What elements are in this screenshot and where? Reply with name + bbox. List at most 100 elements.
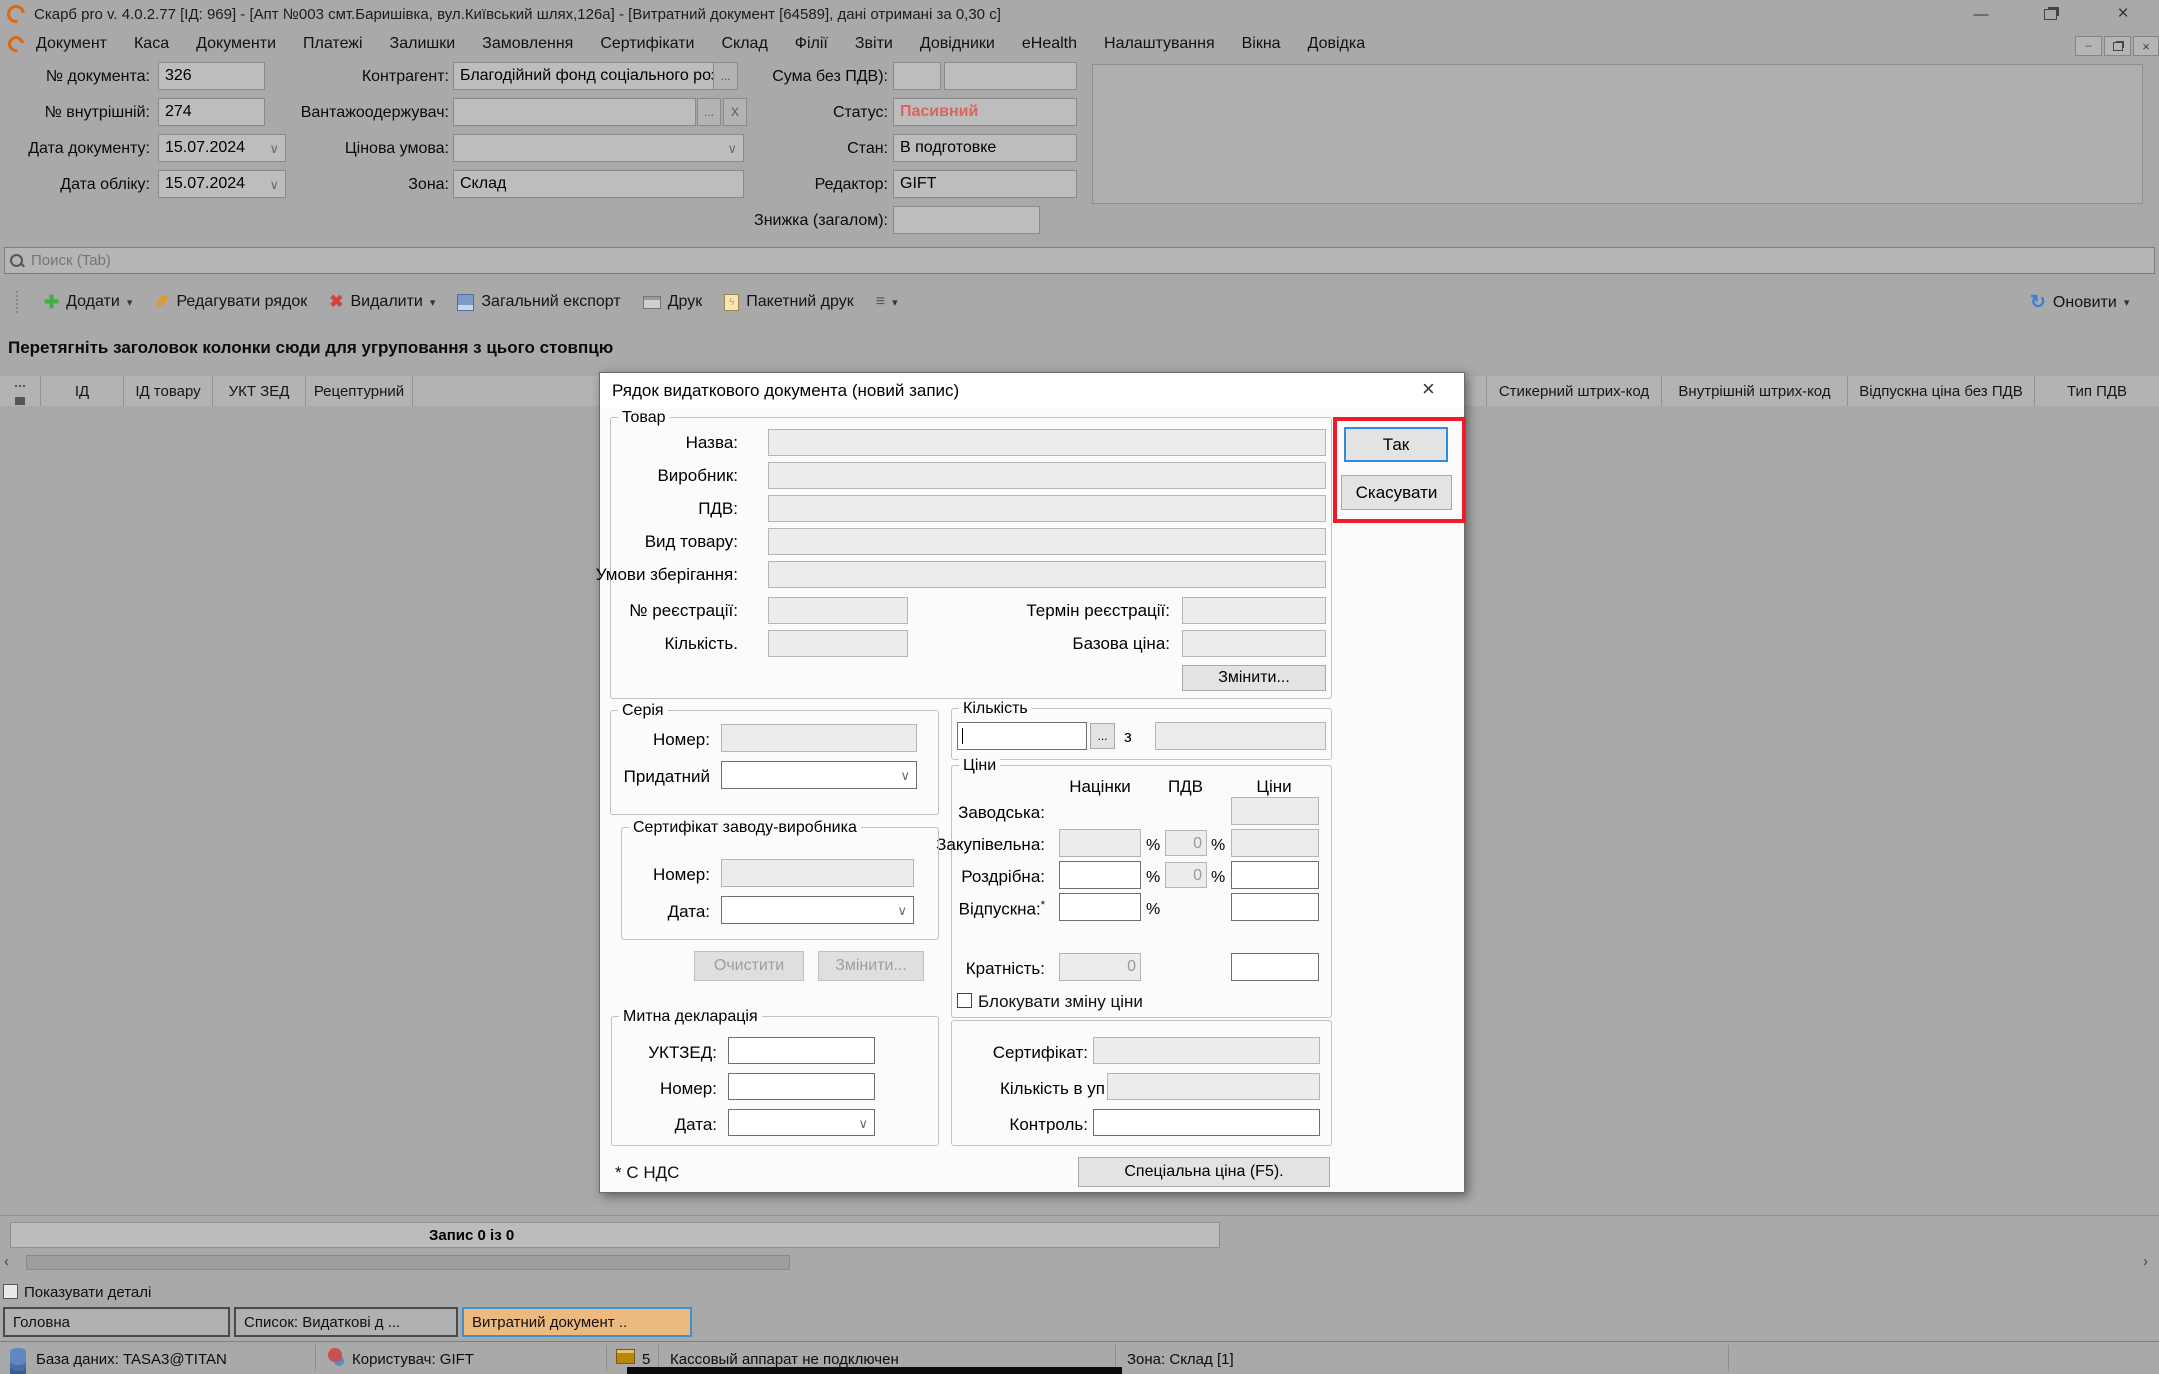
selling-markup-field[interactable] xyxy=(1059,893,1141,921)
quantity-picker-button[interactable]: ... xyxy=(1090,723,1115,749)
doc-number-field[interactable]: 326 xyxy=(158,62,265,90)
print-button[interactable]: Друк xyxy=(643,293,703,311)
customs-group-label: Митна декларація xyxy=(619,1008,762,1026)
add-button[interactable]: ✚Додати▾ xyxy=(44,292,132,313)
clear-cert-button: Очистити xyxy=(694,951,804,981)
menu-item-certificates[interactable]: Сертифікати xyxy=(600,35,694,53)
storage-field xyxy=(768,561,1326,588)
menu-item-payments[interactable]: Платежі xyxy=(303,35,363,53)
tab-expense-document-active[interactable]: Витратний документ .. xyxy=(462,1307,692,1337)
percent-sign: % xyxy=(1146,869,1160,887)
column-header-uktzed[interactable]: УКТ ЗЕД xyxy=(213,376,306,406)
menu-item-directories[interactable]: Довідники xyxy=(920,35,995,53)
scrollbar-thumb[interactable] xyxy=(26,1255,790,1270)
menu-item-settings[interactable]: Налаштування xyxy=(1104,35,1215,53)
menu-item-kasa[interactable]: Каса xyxy=(134,35,169,53)
column-header-product-id[interactable]: ІД товару xyxy=(124,376,213,406)
consignee-picker-button[interactable]: ... xyxy=(697,98,721,126)
percent-sign: % xyxy=(1211,869,1225,887)
doc-date-combo[interactable]: 15.07.2024∨ xyxy=(158,134,286,162)
column-header-vat-type[interactable]: Тип ПДВ xyxy=(2035,376,2159,406)
name-field xyxy=(768,429,1326,456)
cert-date-combo[interactable]: ∨ xyxy=(721,896,914,924)
price-condition-combo[interactable]: ∨ xyxy=(453,134,744,162)
yes-button[interactable]: Так xyxy=(1344,427,1448,462)
column-header-prescription[interactable]: Рецептурний xyxy=(306,376,413,406)
internal-number-field[interactable]: 274 xyxy=(158,98,265,126)
block-price-change-checkbox[interactable] xyxy=(957,993,972,1008)
valid-combo[interactable]: ∨ xyxy=(721,761,917,789)
delete-label: Видалити xyxy=(350,293,422,311)
mdi-close-button[interactable]: × xyxy=(2133,36,2159,56)
special-price-button[interactable]: Спеціальна ціна (F5). xyxy=(1078,1157,1330,1187)
export-button[interactable]: Загальний експорт xyxy=(457,293,620,311)
tab-expense-list[interactable]: Список: Видаткові д ... xyxy=(234,1307,458,1337)
mdi-restore-button[interactable] xyxy=(2104,36,2131,56)
statusbar-zone: Зона: Склад [1] xyxy=(1127,1351,1234,1368)
retail-markup-field[interactable] xyxy=(1059,861,1141,889)
window-title: Скарб pro v. 4.0.2.77 [ІД: 969] - [Апт №… xyxy=(34,6,1001,23)
contractor-field[interactable]: Благодійний фонд соціального розв xyxy=(453,62,714,90)
menu-item-windows[interactable]: Вікна xyxy=(1242,35,1281,53)
menu-item-branches[interactable]: Філії xyxy=(795,35,828,53)
uktzed-field[interactable] xyxy=(728,1037,875,1064)
markup-column-label: Націнки xyxy=(1055,777,1145,797)
view-menu-button[interactable]: ≡▾ xyxy=(876,293,898,311)
zone-field[interactable]: Склад xyxy=(453,170,744,198)
column-header-price-no-vat[interactable]: Відпускна ціна без ПДВ xyxy=(1848,376,2035,406)
customs-number-field[interactable] xyxy=(728,1073,875,1100)
minimize-button[interactable]: — xyxy=(1961,0,2001,28)
retail-price-field[interactable] xyxy=(1231,861,1319,889)
editor-field: GIFT xyxy=(893,170,1077,198)
cancel-button[interactable]: Скасувати xyxy=(1341,475,1452,510)
contractor-picker-button[interactable]: ... xyxy=(713,62,738,90)
search-input[interactable] xyxy=(29,251,2154,270)
close-button[interactable]: × xyxy=(2101,0,2145,28)
chevron-down-icon: ∨ xyxy=(858,1111,868,1136)
batch-print-icon: ϟ xyxy=(724,294,739,311)
scroll-left-icon[interactable]: ‹ xyxy=(4,1253,9,1270)
menu-item-warehouse[interactable]: Склад xyxy=(721,35,767,53)
column-header-internal-barcode[interactable]: Внутрішній штрих-код xyxy=(1662,376,1848,406)
customs-number-label: Номер: xyxy=(613,1079,717,1099)
dialog-close-icon[interactable]: × xyxy=(1422,376,1435,402)
menu-item-help[interactable]: Довідка xyxy=(1308,35,1366,53)
search-bar[interactable] xyxy=(4,247,2155,274)
statusbar-register-status: Кассовый аппарат не подключен xyxy=(670,1351,899,1368)
scroll-right-icon[interactable]: › xyxy=(2143,1253,2148,1270)
column-header-sticker-barcode[interactable]: Стикерний штрих-код xyxy=(1487,376,1662,406)
statusbar-database: База даних: TASA3@TITAN xyxy=(36,1351,227,1368)
menu-item-document[interactable]: Документ xyxy=(36,35,107,53)
extra-price-field[interactable] xyxy=(1231,953,1319,981)
menu-item-orders[interactable]: Замовлення xyxy=(482,35,573,53)
vat-label: ПДВ: xyxy=(608,499,738,519)
retail-price-label: Роздрібна: xyxy=(930,867,1045,887)
sum-no-vat-field xyxy=(944,62,1077,90)
row-marker-header[interactable] xyxy=(0,376,41,406)
control-field[interactable] xyxy=(1093,1109,1320,1136)
refresh-button[interactable]: ↻Оновити▾ xyxy=(2030,291,2129,314)
account-date-combo[interactable]: 15.07.2024∨ xyxy=(158,170,286,198)
menu-item-stock[interactable]: Залишки xyxy=(390,35,456,53)
edit-row-button[interactable]: ✎Редагувати рядок xyxy=(154,292,307,313)
restore-button[interactable] xyxy=(2030,0,2070,28)
column-header-id[interactable]: ІД xyxy=(41,376,124,406)
selling-price-field[interactable] xyxy=(1231,893,1319,921)
menu-item-ehealth[interactable]: eHealth xyxy=(1022,35,1077,53)
discount-field[interactable] xyxy=(893,206,1040,234)
menu-item-documents[interactable]: Документи xyxy=(196,35,276,53)
chevron-down-icon: ▾ xyxy=(430,296,436,309)
delete-button[interactable]: ✖Видалити▾ xyxy=(329,292,435,312)
statusbar-separator xyxy=(1728,1345,1729,1371)
change-product-button[interactable]: Змінити... xyxy=(1182,665,1326,691)
refresh-label: Оновити xyxy=(2053,294,2117,312)
mdi-minimize-button[interactable]: – xyxy=(2075,36,2102,56)
tab-main[interactable]: Головна xyxy=(3,1307,230,1337)
consignee-field[interactable] xyxy=(453,98,696,126)
customs-date-combo[interactable]: ∨ xyxy=(728,1109,875,1136)
horizontal-scrollbar[interactable]: ‹ › xyxy=(0,1252,2159,1274)
batch-print-button[interactable]: ϟПакетний друк xyxy=(724,293,853,311)
quantity-input[interactable] xyxy=(957,722,1087,750)
menu-item-reports[interactable]: Звіти xyxy=(855,35,893,53)
show-details-checkbox[interactable] xyxy=(3,1284,18,1299)
